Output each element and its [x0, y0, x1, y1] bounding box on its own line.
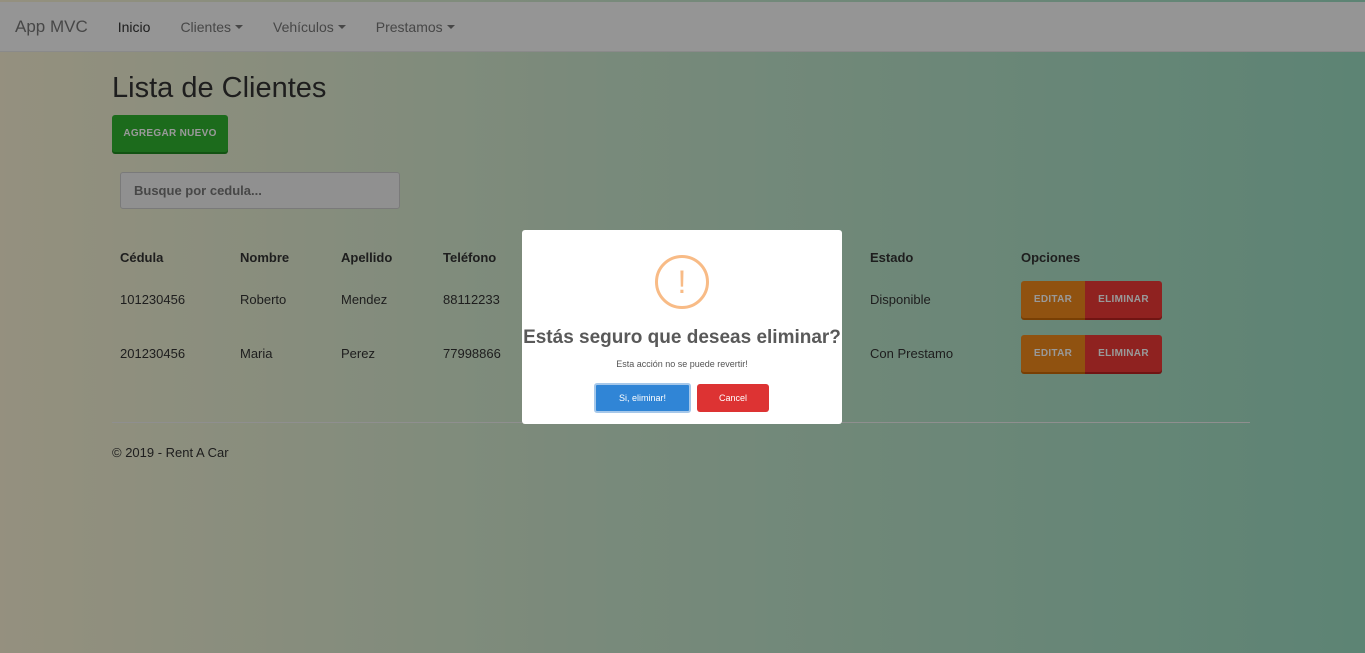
confirm-delete-dialog: ! Estás seguro que deseas eliminar? Esta…	[522, 230, 842, 424]
confirm-delete-button[interactable]: Si, eliminar!	[594, 383, 691, 413]
cancel-button[interactable]: Cancel	[697, 384, 769, 412]
warning-icon: !	[655, 255, 709, 309]
dialog-title: Estás seguro que deseas eliminar?	[523, 327, 841, 348]
dialog-text: Esta acción no se puede revertir!	[616, 359, 748, 369]
